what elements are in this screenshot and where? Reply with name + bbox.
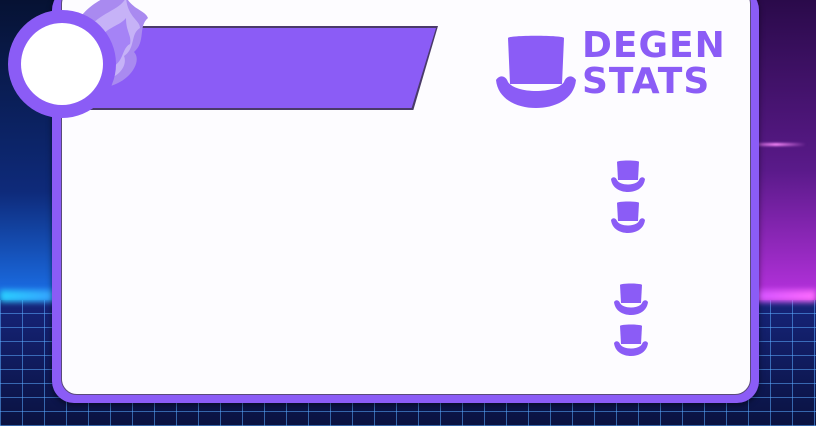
- top-hat-icon: [611, 160, 645, 192]
- top-hat-icon: [496, 35, 576, 108]
- top-hat-icon: [614, 283, 648, 315]
- top-hat-icon: [614, 324, 648, 356]
- avatar[interactable]: [21, 23, 103, 105]
- logo-wordmark: DEGEN STATS: [582, 28, 726, 100]
- logo-line-1: DEGEN: [582, 25, 726, 66]
- top-hat-icon: [611, 201, 645, 233]
- degen-stats-logo: DEGEN STATS: [494, 26, 734, 110]
- logo-line-2: STATS: [582, 61, 711, 102]
